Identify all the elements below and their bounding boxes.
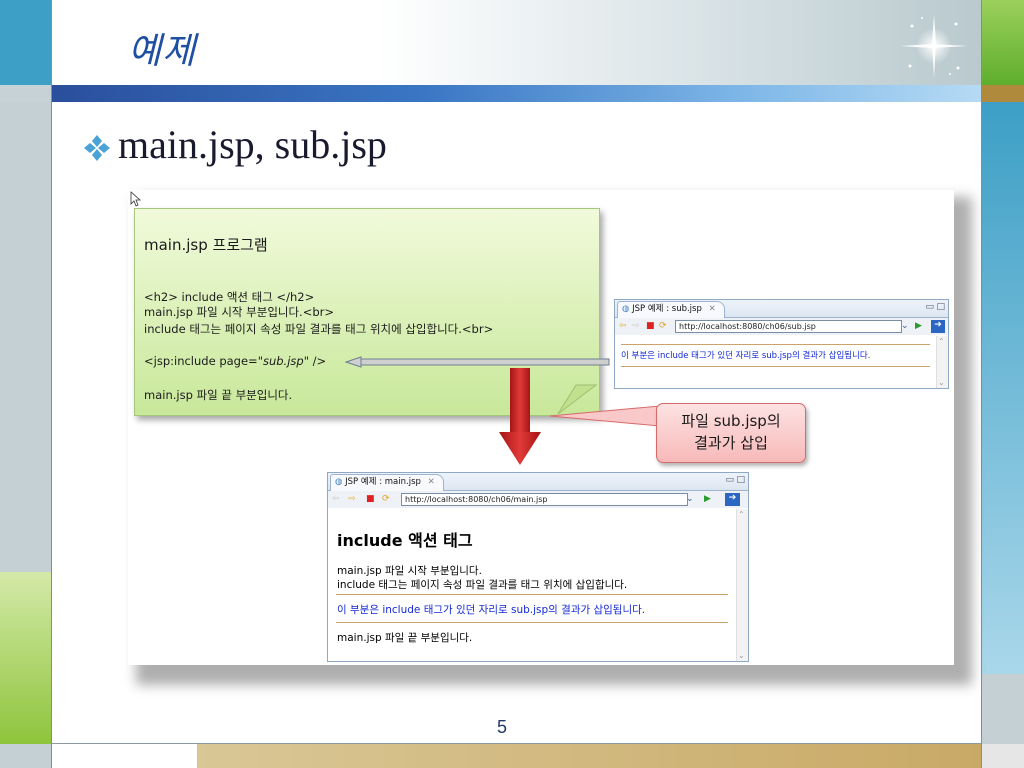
- note-title: main.jsp 프로그램: [144, 236, 268, 254]
- content-line: main.jsp 파일 끝 부분입니다.: [337, 632, 473, 644]
- stop-icon[interactable]: ■: [646, 321, 655, 332]
- go-icon[interactable]: ▶: [915, 321, 922, 332]
- browser-toolbar: ⇦ ⇨ ■ ⟳ http://localhost:8080/ch06/sub.j…: [615, 318, 948, 335]
- bottom-block-right: [982, 744, 1024, 768]
- minimize-icon[interactable]: ▭: [925, 302, 934, 313]
- browser-window-main: ◍ JSP 예제 : main.jsp ✕ ▭ □ ⇦ ⇨ ■ ⟳ http:/…: [327, 472, 749, 662]
- maximize-icon[interactable]: □: [936, 302, 945, 313]
- horizontal-rule: [621, 366, 930, 367]
- corner-block-top-left: [0, 0, 52, 85]
- include-value: "sub.jsp": [257, 354, 309, 368]
- content-line: main.jsp 파일 시작 부분입니다.: [337, 565, 482, 577]
- slide-title: 예제: [128, 31, 197, 72]
- bullet-text: main.jsp, sub.jsp: [118, 122, 387, 167]
- page-content: include 액션 태그 main.jsp 파일 시작 부분입니다. incl…: [328, 509, 736, 661]
- tab-sub[interactable]: ◍ JSP 예제 : sub.jsp ✕: [617, 301, 725, 318]
- bottom-block-white: [52, 744, 197, 768]
- accent-strip: [52, 85, 982, 102]
- horizontal-rule: [336, 594, 728, 595]
- back-icon[interactable]: ⇦: [619, 321, 627, 332]
- accent-strip-right: [982, 85, 1024, 102]
- browser-window-sub: ◍ JSP 예제 : sub.jsp ✕ ▭ □ ⇦ ⇨ ■ ⟳ http://…: [614, 299, 949, 389]
- sparkle-icon: [900, 14, 968, 78]
- code-line: <h2> include 액션 태그 </h2>: [144, 290, 315, 304]
- maximize-icon[interactable]: □: [736, 475, 745, 486]
- globe-icon: ◍: [622, 304, 630, 314]
- included-text: 이 부분은 include 태그가 있던 자리로 sub.jsp의 결과가 삽입…: [337, 604, 646, 616]
- arrow-left-icon: [345, 356, 610, 368]
- close-icon[interactable]: ✕: [709, 304, 716, 314]
- right-margin-gray-block: [982, 674, 1024, 744]
- horizontal-rule: [621, 344, 930, 345]
- back-icon[interactable]: ⇦: [332, 494, 340, 505]
- browser-toolbar: ⇦ ⇨ ■ ⟳ http://localhost:8080/ch06/main.…: [328, 491, 748, 508]
- tab-bar: ◍ JSP 예제 : main.jsp ✕ ▭ □: [328, 473, 748, 491]
- right-margin-block: [982, 102, 1024, 674]
- include-code-line: <jsp:include page="sub.jsp" />: [144, 354, 326, 368]
- frame-divider-right: [981, 0, 982, 768]
- bottom-block-left: [0, 744, 52, 768]
- close-icon[interactable]: ✕: [428, 477, 435, 487]
- arrow-down-icon: [499, 368, 541, 465]
- go-icon[interactable]: ➔: [725, 493, 740, 506]
- horizontal-rule: [336, 622, 728, 623]
- page-number: 5: [497, 717, 508, 737]
- corner-block-top-right: [982, 0, 1024, 85]
- dropdown-icon[interactable]: ⌄: [901, 321, 909, 332]
- left-margin-block: [0, 102, 52, 572]
- cursor-icon: [130, 191, 142, 207]
- refresh-icon[interactable]: ⟳: [382, 494, 390, 505]
- forward-icon[interactable]: ⇨: [348, 494, 356, 505]
- scroll-down-icon[interactable]: ⌄: [738, 650, 745, 661]
- page-heading: include 액션 태그: [337, 531, 473, 550]
- tab-main[interactable]: ◍ JSP 예제 : main.jsp ✕: [330, 474, 444, 491]
- minimize-icon[interactable]: ▭: [725, 475, 734, 486]
- code-line: include 태그는 페이지 속성 파일 결과를 태그 위치에 삽입합니다.<…: [144, 322, 494, 336]
- tab-bar: ◍ JSP 예제 : sub.jsp ✕ ▭ □: [615, 300, 948, 318]
- included-text: 이 부분은 include 태그가 있던 자리로 sub.jsp의 결과가 삽입…: [621, 351, 871, 361]
- tab-label: JSP 예제 : sub.jsp: [632, 304, 702, 314]
- stop-icon[interactable]: ■: [366, 494, 375, 505]
- accent-strip-left: [0, 85, 52, 102]
- url-field[interactable]: http://localhost:8080/ch06/sub.jsp: [675, 320, 902, 333]
- code-line: main.jsp 파일 시작 부분입니다.<br>: [144, 305, 335, 319]
- refresh-icon[interactable]: ⟳: [659, 321, 667, 332]
- callout-line: 파일 sub.jsp의: [681, 412, 781, 430]
- dropdown-icon[interactable]: ⌄: [686, 494, 694, 505]
- go-icon[interactable]: ➔: [931, 320, 945, 333]
- scrollbar[interactable]: ⌃ ⌄: [936, 336, 948, 388]
- code-line: main.jsp 파일 끝 부분입니다.: [144, 388, 293, 402]
- bottom-block-tan: [197, 744, 982, 768]
- frame-divider-left: [51, 0, 52, 768]
- callout-tail: [549, 405, 661, 427]
- content-line: include 태그는 페이지 속성 파일 결과를 태그 위치에 삽입합니다.: [337, 579, 628, 591]
- callout-box: 파일 sub.jsp의 결과가 삽입: [656, 403, 806, 463]
- globe-icon: ◍: [335, 477, 343, 487]
- left-margin-green-block: [0, 572, 52, 744]
- scroll-up-icon[interactable]: ⌃: [938, 336, 945, 347]
- scroll-up-icon[interactable]: ⌃: [738, 509, 745, 520]
- go-icon[interactable]: ▶: [704, 494, 711, 505]
- include-suffix: />: [309, 354, 327, 368]
- diamond-bullet-icon: [84, 135, 110, 161]
- callout-line: 결과가 삽입: [694, 434, 768, 452]
- bottom-divider: [52, 743, 982, 744]
- url-field[interactable]: http://localhost:8080/ch06/main.jsp: [401, 493, 688, 506]
- tab-label: JSP 예제 : main.jsp: [345, 477, 421, 487]
- page-content: 이 부분은 include 태그가 있던 자리로 sub.jsp의 결과가 삽입…: [615, 336, 936, 388]
- include-prefix: <jsp:include page=: [144, 354, 258, 368]
- scroll-down-icon[interactable]: ⌄: [938, 377, 945, 388]
- forward-icon[interactable]: ⇨: [632, 321, 640, 332]
- scrollbar[interactable]: ⌃ ⌄: [736, 509, 748, 661]
